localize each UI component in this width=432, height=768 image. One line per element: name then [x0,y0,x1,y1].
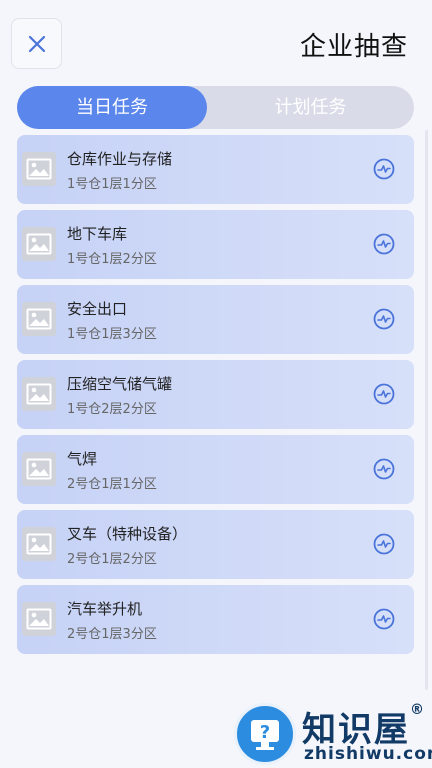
task-location: 2号仓1层1分区 [67,477,157,492]
activity-icon[interactable] [373,458,395,480]
task-title: 汽车举升机 [67,600,143,618]
watermark-domain: zhishiwu.com [304,744,432,764]
header: 企业抽查 [0,0,432,84]
page-title: 企业抽查 [299,32,408,62]
task-title: 仓库作业与存储 [67,150,173,168]
image-placeholder-icon [22,452,56,486]
svg-text:?: ? [260,722,270,743]
image-placeholder-icon [22,152,56,186]
watermark-logo: ? 知识屋® zhishiwu.com [234,700,432,768]
activity-icon[interactable] [373,608,395,630]
activity-icon[interactable] [373,383,395,405]
task-title: 压缩空气储气罐 [67,375,173,393]
task-list-item[interactable]: 地下车库 1号仓1层2分区 [17,210,414,279]
task-list-item[interactable]: 气焊 2号仓1层1分区 [17,435,414,504]
activity-icon[interactable] [373,158,395,180]
task-title: 地下车库 [67,225,128,243]
task-list-item[interactable]: 仓库作业与存储 1号仓1层1分区 [17,135,414,204]
task-list: 仓库作业与存储 1号仓1层1分区 地下车库 1号仓1层2分区 安全出口 1号仓1层3分区压… [17,135,414,660]
image-placeholder-icon [22,302,56,336]
task-list-item[interactable]: 汽车举升机 2号仓1层3分区 [17,585,414,654]
tab-today-tasks[interactable]: 当日任务 [17,86,207,129]
watermark-help-icon: ? [234,703,296,765]
close-button[interactable] [11,18,62,69]
task-list-item[interactable]: 压缩空气储气罐 1号仓2层2分区 [17,360,414,429]
close-icon [28,35,45,52]
task-location: 1号仓1层3分区 [67,327,157,342]
scrollbar[interactable] [425,130,428,690]
task-location: 1号仓1层2分区 [67,252,157,267]
image-placeholder-icon [22,602,56,636]
task-list-item[interactable]: 安全出口 1号仓1层3分区 [17,285,414,354]
tab-planned-tasks[interactable]: 计划任务 [207,86,414,129]
task-title: 安全出口 [67,300,128,318]
task-title: 叉车（特种设备） [67,525,188,543]
task-title: 气焊 [67,450,98,468]
activity-icon[interactable] [373,533,395,555]
task-location: 2号仓1层3分区 [67,627,157,642]
image-placeholder-icon [22,377,56,411]
task-location: 1号仓2层2分区 [67,402,157,417]
activity-icon[interactable] [373,308,395,330]
image-placeholder-icon [22,527,56,561]
task-tabs: 当日任务 计划任务 [17,86,414,129]
task-location: 1号仓1层1分区 [67,177,157,192]
activity-icon[interactable] [373,233,395,255]
task-list-item[interactable]: 叉车（特种设备） 2号仓1层2分区 [17,510,414,579]
image-placeholder-icon [22,227,56,261]
task-location: 2号仓1层2分区 [67,552,157,567]
